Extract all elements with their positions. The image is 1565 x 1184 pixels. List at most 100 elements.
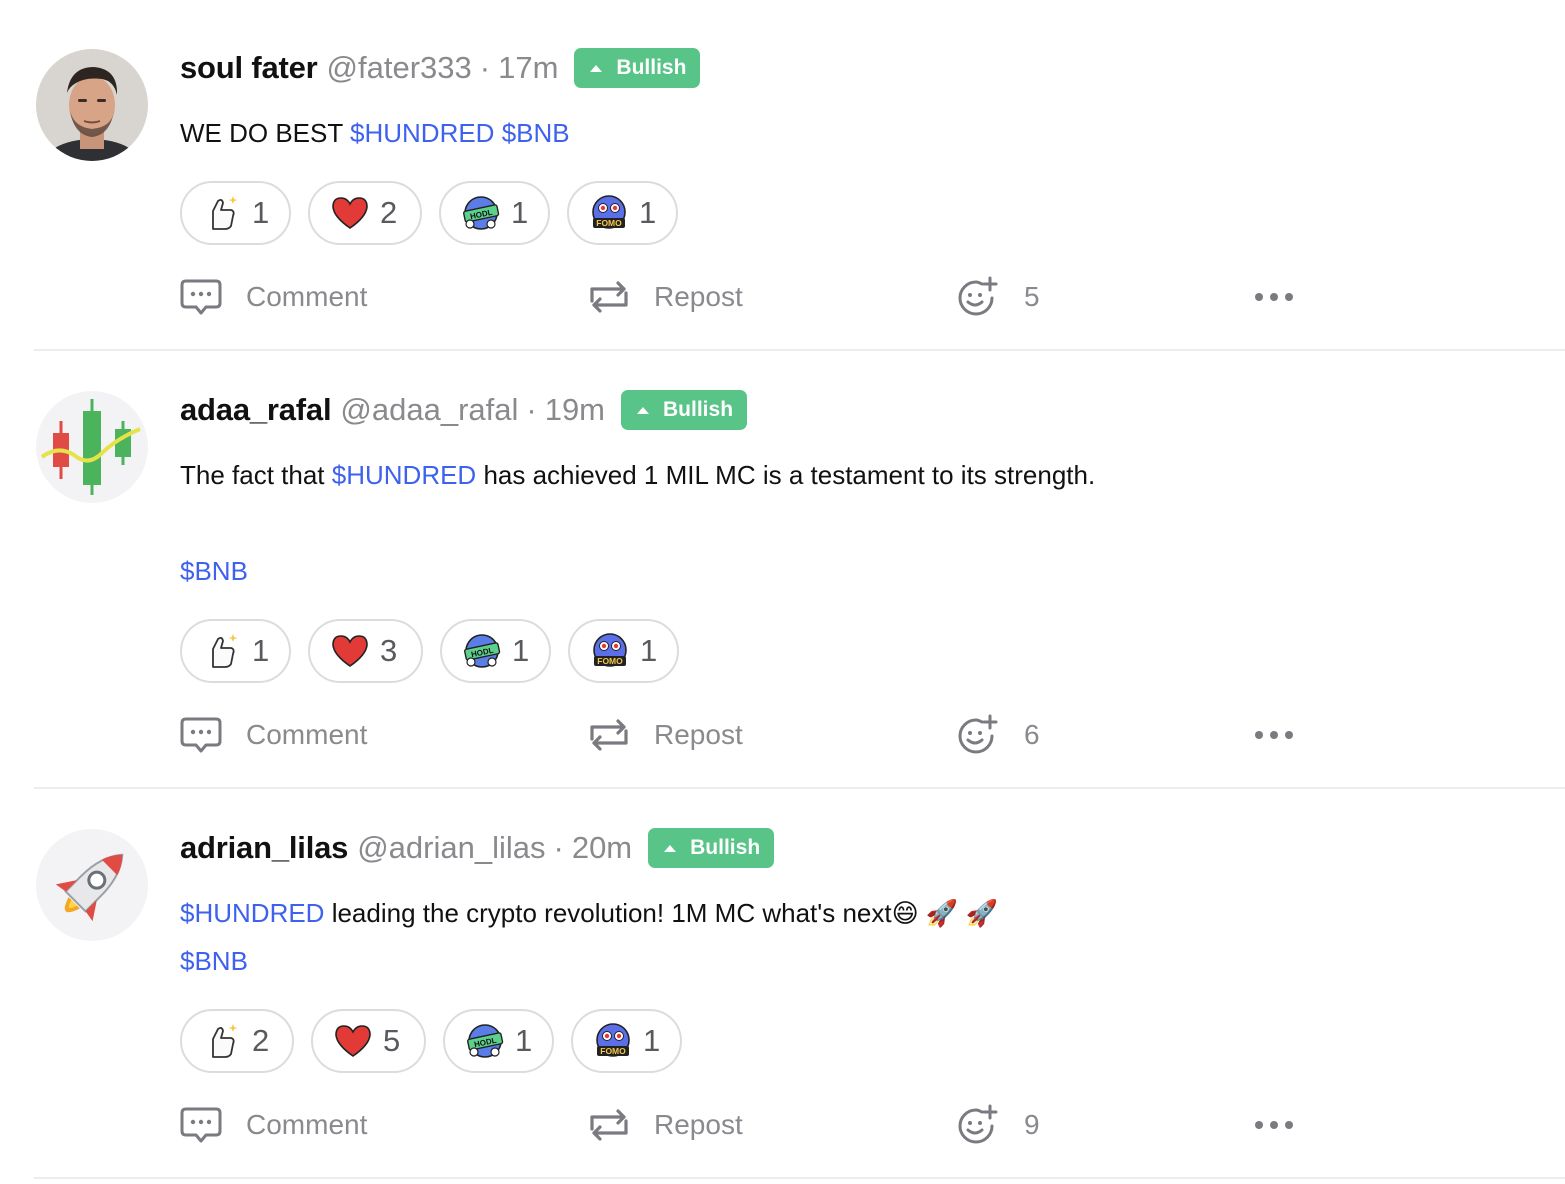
repost-button[interactable]: Repost [588,272,743,322]
reaction-heart[interactable]: 2 [308,181,422,245]
svg-text:FOMO: FOMO [596,218,622,228]
reaction-fomo[interactable]: FOMO 1 [567,181,678,245]
comment-label: Comment [246,719,368,750]
caret-up-icon [590,64,603,72]
more-options-button[interactable] [1254,1100,1294,1150]
more-icon [1255,1121,1293,1129]
ticker-link[interactable]: $BNB [180,946,248,976]
caret-up-icon [664,844,677,852]
text-segment: has achieved 1 MIL MC is a testament to … [476,460,1096,490]
reaction-thumbs-up[interactable]: 1 [180,181,291,245]
comment-button[interactable]: Comment [180,1100,367,1150]
post-text: $HUNDRED leading the crypto revolution! … [180,896,998,978]
post: adaa_rafal @adaa_rafal · 19m Bullish The… [34,351,1565,789]
reaction-count: 2 [252,1023,270,1058]
reaction-count: 1 [511,195,529,230]
reaction-count: 1 [512,633,530,668]
hodl-icon: HODL [463,196,500,230]
reaction-count: 1 [640,633,658,668]
more-icon [1255,293,1293,301]
fomo-icon: FOMO [593,633,627,667]
author-name[interactable]: adrian_lilas [180,830,348,866]
svg-text:FOMO: FOMO [600,1046,626,1056]
thumbs-up-icon [212,634,238,668]
caret-up-icon [637,406,650,414]
sentiment-label: Bullish [616,56,687,79]
reaction-bar: 1 3 HODL 1 FOMO 1 [180,619,696,683]
text-segment: The fact that [180,460,332,490]
reaction-count: 1 [643,1023,661,1058]
post-text: $BNB [180,554,248,588]
add-reaction-icon [958,1104,998,1144]
add-reaction-button[interactable]: 9 [956,1100,1040,1150]
reaction-total: 6 [1024,719,1040,750]
reaction-fomo[interactable]: FOMO 1 [571,1009,682,1073]
comment-button[interactable]: Comment [180,710,367,760]
author-name[interactable]: adaa_rafal [180,392,332,428]
author-name[interactable]: soul fater [180,50,318,86]
comment-button[interactable]: Comment [180,272,367,322]
separator: · [553,830,564,865]
add-reaction-button[interactable]: 5 [956,272,1040,322]
add-reaction-button[interactable]: 6 [956,710,1040,760]
repost-icon [590,1109,628,1141]
text-line: $HUNDRED leading the crypto revolution! … [180,896,998,930]
reaction-count: 3 [380,633,398,668]
ticker-link[interactable]: $HUNDRED [350,118,494,148]
heart-icon [332,635,368,667]
thumbs-up-icon [212,1024,238,1058]
fomo-icon: FOMO [596,1023,630,1057]
post-time: 20m [571,830,633,865]
candlestick-chart-avatar [36,391,148,503]
reaction-thumbs-up[interactable]: 2 [180,1009,294,1073]
post-time: 17m [498,50,559,85]
reaction-count: 2 [380,195,398,230]
reaction-count: 1 [639,195,657,230]
reaction-count: 1 [252,633,270,668]
more-options-button[interactable] [1254,272,1294,322]
action-bar: Comment Repost 9 [180,1100,1310,1150]
post: adrian_lilas @adrian_lilas · 20m Bullish… [34,789,1565,1179]
action-bar: Comment Repost 6 [180,710,1310,760]
comment-label: Comment [246,281,368,312]
ticker-link[interactable]: $HUNDRED [332,460,476,490]
heart-icon [335,1025,371,1057]
avatar[interactable] [36,49,148,161]
man-portrait-avatar [36,49,148,161]
avatar[interactable] [36,829,148,941]
post-text: WE DO BEST $HUNDRED $BNB [180,116,570,150]
reaction-hodl[interactable]: HODL 1 [439,181,550,245]
more-options-button[interactable] [1254,710,1294,760]
repost-button[interactable]: Repost [588,710,743,760]
author-handle[interactable]: @adaa_rafal [340,392,518,428]
author-handle[interactable]: @fater333 [327,50,472,86]
more-icon [1255,731,1293,739]
ticker-link[interactable]: $HUNDRED [180,898,324,928]
ticker-link[interactable]: $BNB [180,556,248,586]
reaction-heart[interactable]: 5 [311,1009,426,1073]
reaction-thumbs-up[interactable]: 1 [180,619,291,683]
text-segment: leading the crypto revolution! 1M MC wha… [324,898,998,928]
hodl-icon: HODL [464,634,501,668]
comment-icon [180,717,222,753]
reaction-heart[interactable]: 3 [308,619,423,683]
heart-icon [332,197,368,229]
author-handle[interactable]: @adrian_lilas [357,830,545,866]
reaction-fomo[interactable]: FOMO 1 [568,619,679,683]
avatar[interactable] [36,391,148,503]
separator: · [479,50,491,85]
repost-button[interactable]: Repost [588,1100,743,1150]
comment-label: Comment [246,1109,368,1140]
repost-label: Repost [654,281,743,312]
reaction-bar: 2 5 HODL 1 FOMO 1 [180,1009,699,1073]
ticker-link[interactable]: $BNB [502,118,570,148]
reaction-hodl[interactable]: HODL 1 [440,619,551,683]
reaction-hodl[interactable]: HODL 1 [443,1009,554,1073]
fomo-icon: FOMO [592,195,626,229]
sentiment-badge: Bullish [621,390,748,430]
reaction-total: 9 [1024,1109,1040,1140]
sentiment-badge: Bullish [574,48,701,88]
post-time: 19m [544,392,606,427]
reaction-count: 1 [515,1023,533,1058]
reaction-bar: 1 2 HODL 1 FOMO 1 [180,181,695,245]
